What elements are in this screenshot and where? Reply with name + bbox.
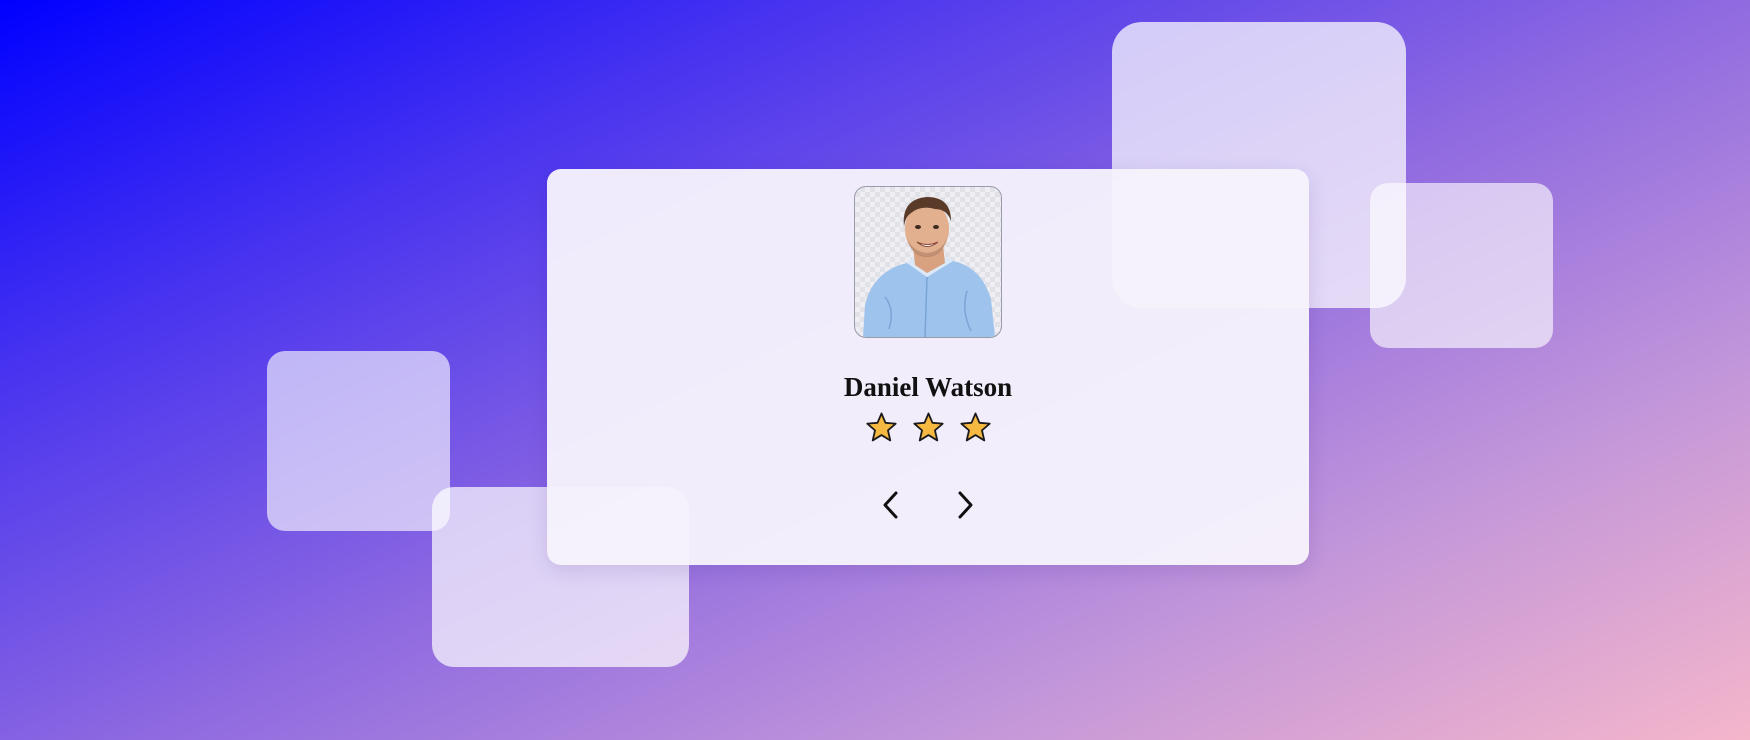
star-icon bbox=[959, 412, 991, 442]
person-name: Daniel Watson bbox=[843, 372, 1013, 402]
prev-button[interactable] bbox=[877, 490, 905, 520]
star-rating bbox=[547, 411, 1309, 444]
next-button[interactable] bbox=[951, 490, 979, 520]
star-icon bbox=[912, 412, 944, 442]
decorative-square bbox=[1370, 183, 1553, 348]
chevron-right-icon bbox=[958, 491, 973, 519]
star-icon bbox=[865, 412, 897, 442]
chevron-left-icon bbox=[883, 491, 898, 519]
person-photo bbox=[863, 197, 995, 337]
testimonial-navigation bbox=[547, 490, 1309, 520]
decorative-square bbox=[267, 351, 450, 531]
avatar bbox=[854, 186, 1002, 338]
testimonial-card: Daniel Watson bbox=[547, 169, 1309, 565]
